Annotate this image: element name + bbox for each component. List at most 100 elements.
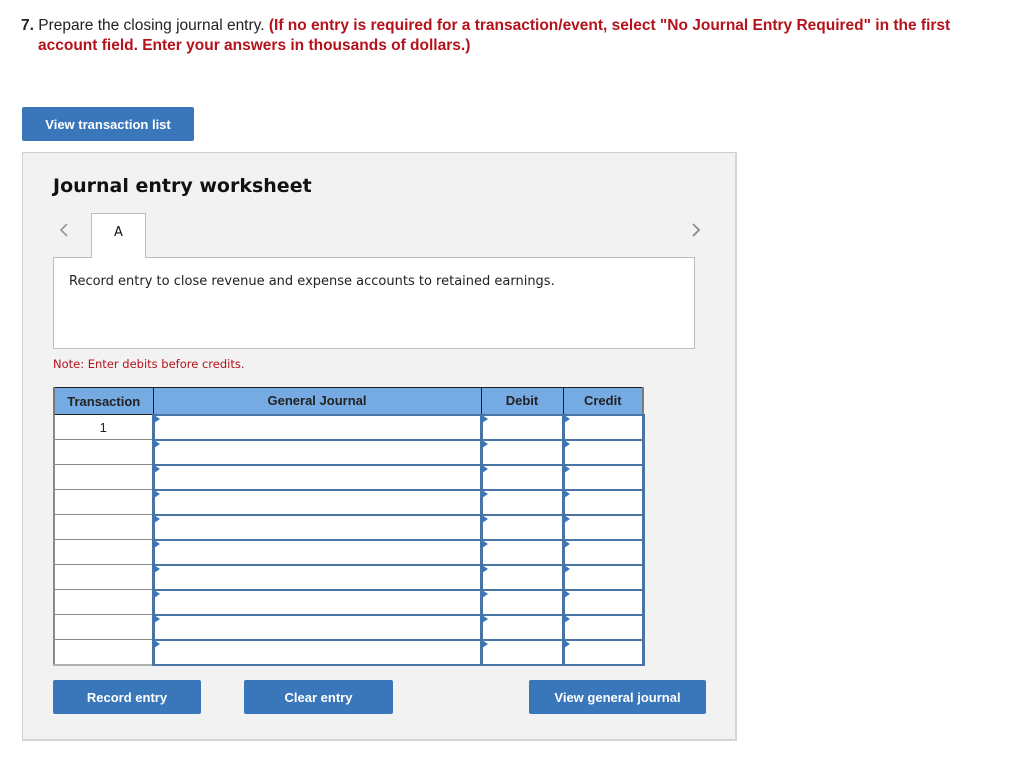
view-transaction-list-button[interactable]: View transaction list (22, 107, 194, 141)
debit-cell (479, 638, 565, 666)
credit-cell (561, 563, 645, 591)
account-select[interactable] (154, 640, 480, 664)
account-cell (151, 438, 483, 466)
debit-input[interactable] (482, 440, 562, 464)
transaction-cell (53, 489, 154, 515)
journal-row (53, 638, 645, 666)
credit-cell (561, 413, 645, 441)
journal-row (53, 613, 645, 641)
debit-cell (479, 413, 565, 441)
debit-cell (479, 613, 565, 641)
credit-input[interactable] (564, 415, 642, 439)
account-select[interactable] (154, 515, 480, 539)
account-select[interactable] (154, 465, 480, 489)
chevron-right-icon[interactable] (689, 223, 703, 237)
journal-row (53, 438, 645, 466)
debit-cell (479, 488, 565, 516)
credit-input[interactable] (564, 465, 642, 489)
account-cell (151, 463, 483, 491)
credit-input[interactable] (564, 490, 642, 514)
debit-input[interactable] (482, 640, 562, 664)
account-cell (151, 513, 483, 541)
credit-cell (561, 638, 645, 666)
chevron-left-icon[interactable] (57, 223, 71, 237)
transaction-cell: 1 (53, 414, 154, 440)
account-select[interactable] (154, 440, 480, 464)
debit-input[interactable] (482, 590, 562, 614)
transaction-cell (53, 464, 154, 490)
account-cell (151, 613, 483, 641)
debit-input[interactable] (482, 415, 562, 439)
journal-header-row: Transaction General Journal Debit Credit (53, 387, 644, 415)
transaction-cell (53, 589, 154, 615)
debit-cell (479, 513, 565, 541)
credit-cell (561, 588, 645, 616)
credit-cell (561, 538, 645, 566)
credit-input[interactable] (564, 615, 642, 639)
credit-input[interactable] (564, 640, 642, 664)
journal-row (53, 488, 645, 516)
journal-row (53, 463, 645, 491)
debit-cell (479, 438, 565, 466)
tab-a[interactable]: A (91, 213, 146, 258)
credit-cell (561, 463, 645, 491)
account-cell (151, 638, 483, 666)
account-select[interactable] (154, 590, 480, 614)
account-cell (151, 488, 483, 516)
journal-table: Transaction General Journal Debit Credit… (53, 387, 645, 666)
debit-input[interactable] (482, 615, 562, 639)
question-instruction-line2: account field. Enter your answers in tho… (38, 37, 471, 54)
account-cell (151, 413, 483, 441)
clear-entry-button[interactable]: Clear entry (244, 680, 393, 714)
debit-input[interactable] (482, 540, 562, 564)
credit-cell (561, 438, 645, 466)
record-entry-button[interactable]: Record entry (53, 680, 201, 714)
transaction-cell (53, 639, 154, 666)
debit-input[interactable] (482, 515, 562, 539)
account-cell (151, 538, 483, 566)
debit-input[interactable] (482, 465, 562, 489)
account-select[interactable] (154, 615, 480, 639)
journal-row (53, 588, 645, 616)
account-select[interactable] (154, 540, 480, 564)
credit-input[interactable] (564, 590, 642, 614)
question-text: 7. Prepare the closing journal entry. (I… (21, 16, 1016, 56)
worksheet-title: Journal entry worksheet (53, 175, 312, 197)
journal-row: 1 (53, 413, 645, 441)
credit-cell (561, 488, 645, 516)
column-header-credit: Credit (562, 387, 644, 415)
account-select[interactable] (154, 415, 480, 439)
journal-row (53, 513, 645, 541)
tab-label: A (114, 225, 123, 240)
transaction-cell (53, 564, 154, 590)
account-cell (151, 563, 483, 591)
credit-cell (561, 613, 645, 641)
account-cell (151, 588, 483, 616)
credit-input[interactable] (564, 565, 642, 589)
column-header-debit: Debit (480, 387, 564, 415)
transaction-cell (53, 614, 154, 640)
credit-input[interactable] (564, 540, 642, 564)
credit-input[interactable] (564, 440, 642, 464)
account-select[interactable] (154, 490, 480, 514)
transaction-cell (53, 514, 154, 540)
credit-input[interactable] (564, 515, 642, 539)
question-number: 7. (21, 17, 34, 34)
entry-description-box: Record entry to close revenue and expens… (53, 257, 695, 349)
view-general-journal-button[interactable]: View general journal (529, 680, 706, 714)
debit-cell (479, 588, 565, 616)
transaction-cell (53, 539, 154, 565)
account-select[interactable] (154, 565, 480, 589)
entry-description: Record entry to close revenue and expens… (69, 274, 555, 289)
debit-input[interactable] (482, 565, 562, 589)
question-prompt: Prepare the closing journal entry. (38, 17, 265, 34)
debit-cell (479, 463, 565, 491)
journal-entry-worksheet: Journal entry worksheet A Record entry t… (22, 152, 737, 741)
debit-input[interactable] (482, 490, 562, 514)
journal-row (53, 538, 645, 566)
column-header-transaction: Transaction (53, 387, 154, 415)
debit-cell (479, 563, 565, 591)
credit-cell (561, 513, 645, 541)
transaction-cell (53, 439, 154, 465)
debits-note: Note: Enter debits before credits. (53, 357, 245, 371)
